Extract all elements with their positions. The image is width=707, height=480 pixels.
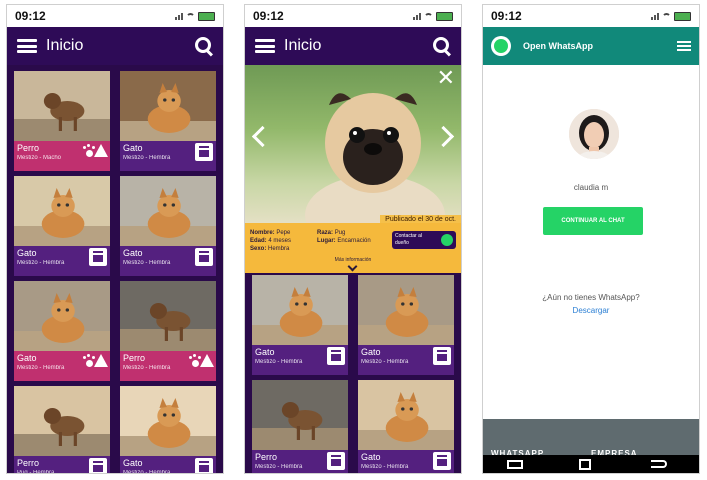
recent-apps-icon[interactable]: [507, 460, 523, 469]
menu-icon[interactable]: [677, 41, 691, 51]
pet-card[interactable]: Gato Mestizo - Hembra: [14, 176, 110, 276]
page-title: Inicio: [284, 37, 322, 54]
search-icon[interactable]: [195, 37, 214, 57]
pet-card[interactable]: Gato Mestizo - Hembra: [14, 281, 110, 381]
page-title: Inicio: [46, 37, 84, 54]
whatsapp-logo-icon: [491, 36, 511, 56]
adopt-icon: [89, 458, 107, 473]
adopt-icon: [89, 248, 107, 266]
phone-detail: 09:12 Inicio ✕ Publicado el 30 de oct. N…: [244, 4, 462, 474]
app-bar: Inicio: [245, 27, 461, 65]
adopt-icon: [433, 347, 451, 365]
pet-photo: [14, 71, 110, 141]
status-bar: 09:12: [483, 5, 699, 27]
adopt-icon: [195, 143, 213, 161]
contact-owner-button[interactable]: Contactar al dueño: [392, 231, 456, 249]
home-icon[interactable]: [579, 459, 591, 470]
status-icons: [651, 11, 691, 21]
status-time: 09:12: [253, 9, 284, 23]
pet-card[interactable]: Gato Mestizo - Hembra: [358, 275, 454, 375]
pet-card[interactable]: Perro Pug - Hembra: [14, 386, 110, 473]
status-time: 09:12: [491, 9, 522, 23]
status-time: 09:12: [15, 9, 46, 23]
edad-value: 4 meses: [268, 238, 292, 244]
pet-card[interactable]: Gato Mestizo - Hembra: [120, 71, 216, 171]
wifi-icon: [424, 12, 433, 20]
status-icons: [175, 11, 215, 21]
phone-listing: 09:12 Inicio Perro Mestizo - Macho Gato …: [6, 4, 224, 474]
pet-card[interactable]: Gato Mestizo - Hembra: [120, 176, 216, 276]
pet-photo: [358, 275, 454, 345]
pet-photo: [252, 275, 348, 345]
pet-grid: Gato Mestizo - Hembra Gato Mestizo - Hem…: [245, 275, 461, 473]
sexo-value: Hembra: [268, 246, 290, 252]
pet-photo: [120, 176, 216, 246]
lugar-label: Lugar:: [317, 238, 336, 244]
no-whatsapp-question: ¿Aún no tienes WhatsApp?: [542, 293, 640, 302]
pet-card[interactable]: Perro Mestizo - Hembra: [252, 380, 348, 473]
app-bar: Inicio: [7, 27, 223, 65]
adopt-icon: [195, 458, 213, 473]
pet-photo: [120, 281, 216, 351]
pet-card[interactable]: Gato Mestizo - Hembra: [252, 275, 348, 375]
sexo-label: Sexo:: [250, 246, 267, 252]
pet-photo: [252, 380, 348, 450]
back-icon[interactable]: [651, 460, 667, 468]
whatsapp-header: Open WhatsApp: [483, 27, 699, 65]
status-bar: 09:12: [7, 5, 223, 27]
menu-icon[interactable]: [255, 39, 275, 53]
lugar-value: Encarnación: [337, 238, 371, 244]
pet-photo-viewer[interactable]: ✕: [245, 65, 461, 223]
status-bar: 09:12: [245, 5, 461, 27]
warning-icon: [94, 354, 108, 367]
android-nav-bar: [483, 455, 699, 473]
signal-icon: [175, 12, 183, 20]
menu-icon[interactable]: [17, 39, 37, 53]
contact-name: claudia m: [573, 183, 609, 192]
pet-card[interactable]: Gato Mestizo - Hembra: [120, 386, 216, 473]
warning-icon: [200, 354, 214, 367]
whatsapp-icon: [441, 234, 453, 246]
nombre-label: Nombre:: [250, 230, 275, 236]
open-whatsapp-title[interactable]: Open WhatsApp: [523, 41, 677, 51]
pug-photo: [305, 93, 445, 223]
wifi-icon: [662, 12, 671, 20]
signal-icon: [651, 12, 659, 20]
close-icon[interactable]: ✕: [437, 67, 455, 89]
pet-grid: Perro Mestizo - Macho Gato Mestizo - Hem…: [7, 71, 223, 473]
pet-photo: [14, 386, 110, 456]
avatar: [569, 109, 619, 159]
raza-label: Raza:: [317, 230, 334, 236]
pet-photo: [120, 71, 216, 141]
continue-chat-button[interactable]: CONTINUAR AL CHAT: [543, 207, 643, 235]
edad-label: Edad:: [250, 238, 267, 244]
whatsapp-footer: WHATSAPP EMPRESA: [483, 419, 699, 459]
pet-card[interactable]: Perro Mestizo - Macho: [14, 71, 110, 171]
contact-owner-label: Contactar al dueño: [395, 233, 422, 246]
download-link[interactable]: Descargar: [483, 306, 699, 315]
raza-value: Pug: [334, 230, 346, 236]
pet-card[interactable]: Perro Mestizo - Hembra: [120, 281, 216, 381]
pet-card[interactable]: Gato Mestizo - Hembra: [358, 380, 454, 473]
adopt-icon: [195, 248, 213, 266]
adopt-icon: [433, 452, 451, 470]
search-icon[interactable]: [433, 37, 452, 57]
nombre-value: Pepe: [276, 230, 291, 236]
pet-photo: [358, 380, 454, 450]
pet-photo: [14, 281, 110, 351]
pet-photo: [120, 386, 216, 456]
status-icons: [413, 11, 453, 21]
battery-icon: [674, 11, 691, 21]
adopt-icon: [327, 347, 345, 365]
signal-icon: [413, 12, 421, 20]
battery-icon: [436, 11, 453, 21]
phone-whatsapp: 09:12 Open WhatsApp claudia m CONTINUAR …: [482, 4, 700, 474]
adopt-icon: [327, 452, 345, 470]
battery-icon: [198, 11, 215, 21]
warning-icon: [94, 144, 108, 157]
pet-photo: [14, 176, 110, 246]
wifi-icon: [186, 12, 195, 20]
